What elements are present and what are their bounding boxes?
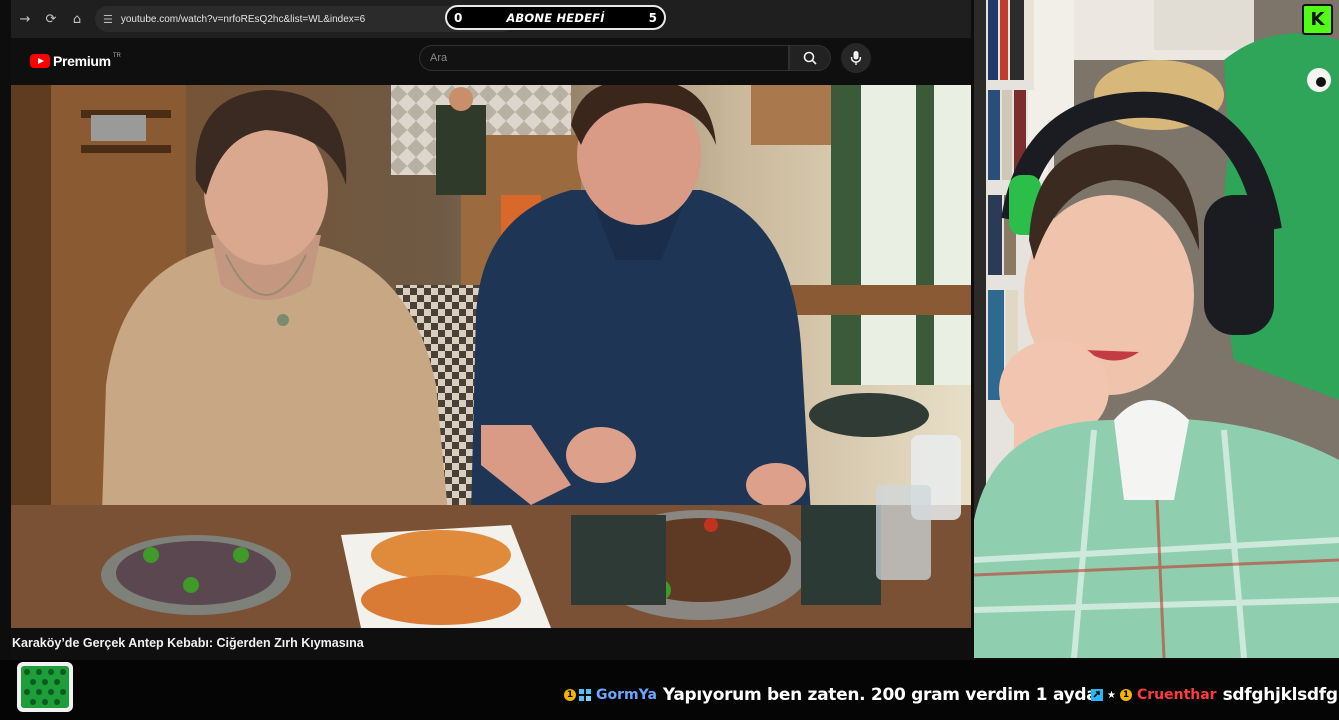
search-button[interactable] [789, 45, 831, 71]
chat-text: Yapıyorum ben zaten. 200 gram verdim 1 a… [662, 685, 1098, 705]
search-box [419, 45, 789, 71]
kick-logo-icon: K [1302, 4, 1333, 35]
webcam-image [974, 0, 1339, 658]
goal-target: 5 [648, 10, 657, 25]
video-frame-image [11, 85, 971, 628]
video-player[interactable] [11, 85, 971, 628]
chat-username[interactable]: Cruenthar [1137, 687, 1217, 703]
youtube-play-icon [30, 54, 50, 68]
url-text: youtube.com/watch?v=nrfoREsQ2hc&list=WL&… [120, 13, 366, 25]
youtube-premium-label: Premium [53, 53, 111, 69]
stream-overlay: → ⟳ ⌂ ☰ youtube.com/watch?v=nrfoREsQ2hc&… [0, 0, 1339, 720]
youtube-header: Premium TR [11, 38, 971, 84]
search-icon [803, 51, 817, 65]
forward-icon[interactable]: → [13, 7, 37, 31]
goal-label: ABONE HEDEFİ [506, 10, 605, 25]
chat-username[interactable]: GormYa [596, 687, 657, 703]
country-code: TR [112, 53, 121, 59]
browser-window: → ⟳ ⌂ ☰ youtube.com/watch?v=nrfoREsQ2hc&… [11, 0, 971, 660]
chat-message: 1 GormYa Yapıyorum ben zaten. 200 gram v… [564, 685, 1098, 705]
microphone-icon [850, 51, 862, 65]
home-icon[interactable]: ⌂ [65, 7, 89, 31]
goal-current: 0 [454, 10, 463, 25]
video-title[interactable]: Karaköy’de Gerçek Antep Kebabı: Ciğerden… [12, 636, 364, 650]
youtube-logo[interactable]: Premium TR [30, 53, 121, 69]
subscriber-goal-bar: 0 ABONE HEDEFİ 5 [445, 5, 666, 30]
subscriber-badge-icon: 1 [1119, 689, 1132, 701]
voice-search-button[interactable] [841, 43, 871, 73]
star-badge-icon: ★ [1107, 689, 1116, 701]
webcam-feed [974, 0, 1339, 658]
search-input[interactable] [430, 52, 770, 64]
verified-badge-icon [1091, 689, 1103, 701]
site-settings-icon[interactable]: ☰ [103, 13, 113, 26]
chat-message: ★ 1 Cruenthar sdfghjklsdfg [1091, 685, 1338, 705]
gift-badge-icon [579, 689, 591, 701]
reload-icon[interactable]: ⟳ [39, 7, 63, 31]
subscriber-badge-icon: 1 [564, 689, 576, 701]
drink-cup-icon [17, 662, 73, 712]
chat-text: sdfghjklsdfg [1222, 685, 1338, 705]
